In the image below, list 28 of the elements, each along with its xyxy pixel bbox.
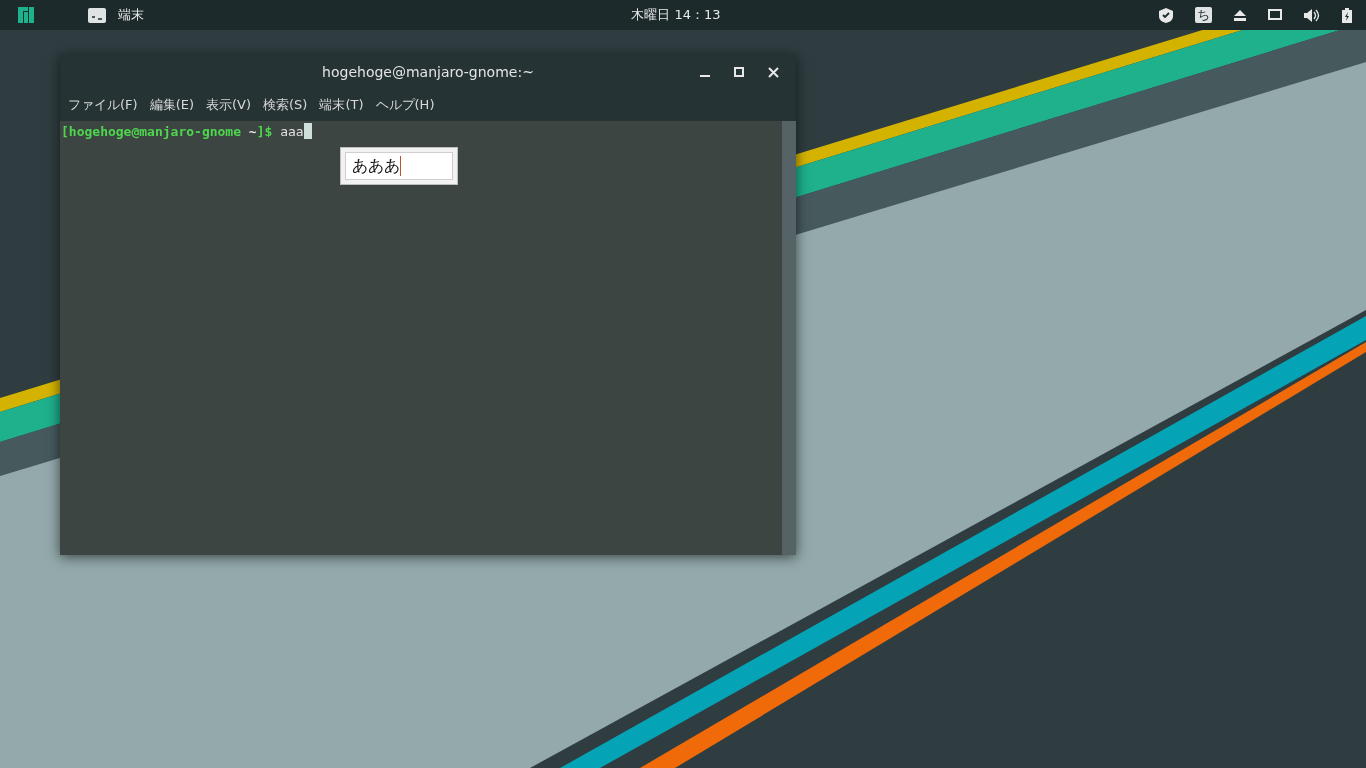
battery-icon[interactable] xyxy=(1342,7,1352,23)
prompt-text: ~ xyxy=(247,123,257,139)
scrollbar[interactable] xyxy=(782,121,796,555)
prompt-text: [hogehoge@manjaro-gnome xyxy=(61,123,241,139)
preedit-field[interactable]: あああ xyxy=(345,152,453,180)
logo-icon[interactable] xyxy=(18,7,34,23)
eject-icon[interactable] xyxy=(1234,9,1246,21)
display-icon[interactable] xyxy=(1268,9,1282,21)
menu-item[interactable]: ヘルプ(H) xyxy=(369,96,441,114)
close-icon xyxy=(767,66,779,78)
text-cursor xyxy=(303,123,312,139)
terminal-icon xyxy=(88,7,106,23)
maximize-icon xyxy=(734,67,744,77)
minimize-icon xyxy=(700,75,710,77)
menu-item[interactable]: 検索(S) xyxy=(257,96,314,114)
menu-item[interactable]: 編集(E) xyxy=(143,96,200,114)
command-text: aaa xyxy=(279,123,304,139)
menu-item[interactable]: 表示(V) xyxy=(200,96,258,114)
prompt-text: ]$ xyxy=(256,123,273,139)
volume-icon[interactable] xyxy=(1304,8,1320,22)
terminal-area[interactable]: [hogehoge@manjaro-gnome ~]$ aaa あああ xyxy=(60,121,796,555)
app-menu-label[interactable]: 端末 xyxy=(118,6,144,24)
input-method-indicator[interactable]: ち xyxy=(1195,7,1212,23)
clock[interactable]: 木曜日 14：13 xyxy=(631,7,721,22)
shield-icon[interactable] xyxy=(1159,7,1173,23)
menu-item[interactable]: 端末(T) xyxy=(313,96,370,114)
window-title: hogehoge@manjaro-gnome:~ xyxy=(322,64,534,80)
menu-item[interactable]: ファイル(F) xyxy=(62,96,144,114)
